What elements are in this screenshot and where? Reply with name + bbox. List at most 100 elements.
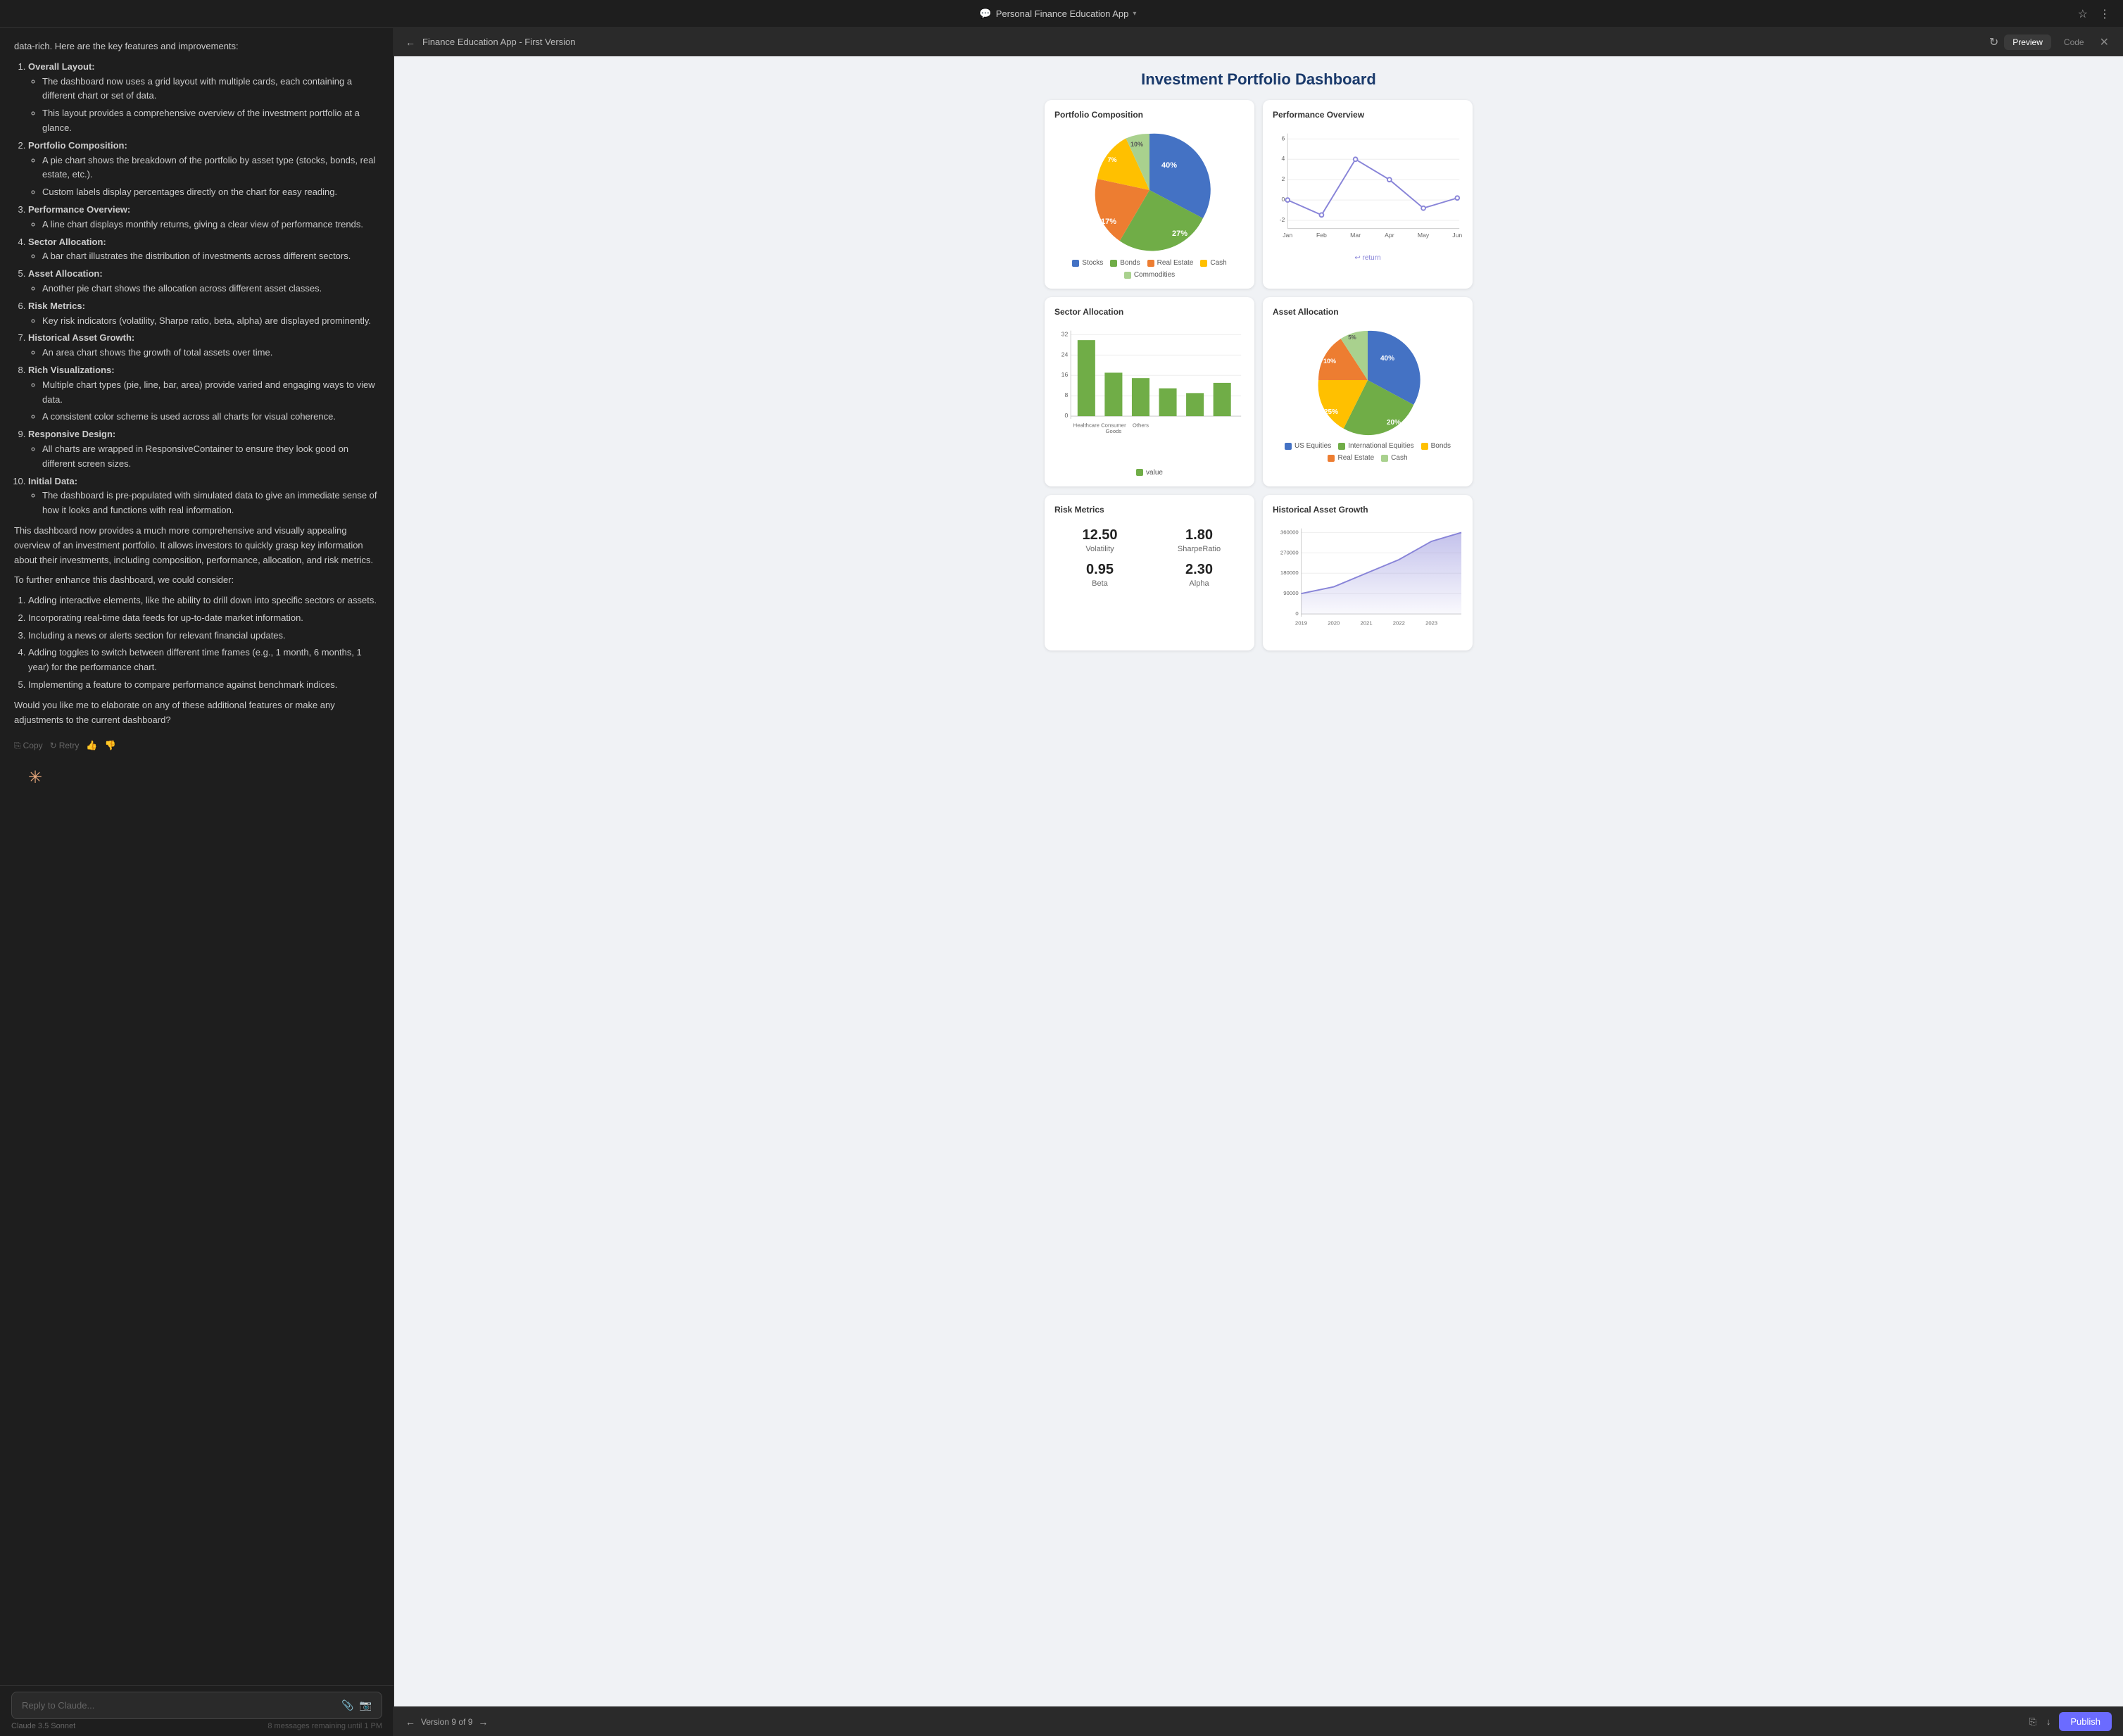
refresh-button[interactable]: ↻	[1988, 34, 2000, 51]
sharpe-value: 1.80	[1154, 527, 1245, 543]
legend-dot	[1136, 469, 1143, 476]
legend-value: value	[1136, 469, 1163, 477]
svg-text:Jan: Jan	[1283, 232, 1292, 239]
version-back-button[interactable]: ←	[405, 1716, 415, 1728]
list-item: Rich Visualizations: Multiple chart type…	[28, 363, 379, 424]
risk-beta: 0.95 Beta	[1054, 562, 1145, 588]
preview-close-button[interactable]: ✕	[2097, 34, 2112, 51]
legend-commodities: Commodities	[1124, 271, 1175, 279]
svg-text:2021: 2021	[1361, 619, 1373, 626]
list-item: A line chart displays monthly returns, g…	[42, 218, 379, 232]
sector-legend: value	[1054, 469, 1245, 477]
camera-icon[interactable]: 📷	[360, 1699, 372, 1711]
dropdown-icon: ▾	[1133, 10, 1136, 18]
svg-text:Goods: Goods	[1106, 428, 1122, 434]
legend-label: International Equities	[1348, 442, 1413, 450]
svg-text:0: 0	[1282, 196, 1285, 203]
menu-icon[interactable]: ⋮	[2098, 6, 2112, 23]
bullet-list: Key risk indicators (volatility, Sharpe …	[28, 314, 379, 329]
svg-text:8: 8	[1064, 391, 1068, 398]
thumbs-down-action[interactable]: 👎	[105, 738, 116, 753]
bullet-list: The dashboard is pre-populated with simu…	[28, 489, 379, 518]
svg-text:27%: 27%	[1172, 229, 1188, 238]
list-item: A pie chart shows the breakdown of the p…	[42, 153, 379, 183]
main-layout: data-rich. Here are the key features and…	[0, 28, 2123, 1736]
download-button[interactable]: ↓	[2045, 1715, 2053, 1728]
svg-text:0: 0	[1064, 412, 1068, 419]
section-heading: Overall Layout:	[28, 61, 95, 72]
volatility-label: Volatility	[1054, 545, 1145, 553]
legend-label: value	[1146, 469, 1163, 477]
historical-card-title: Historical Asset Growth	[1273, 505, 1463, 515]
legend-real-estate: Real Estate	[1328, 454, 1374, 462]
svg-text:90000: 90000	[1283, 590, 1298, 596]
enhancements-list: Adding interactive elements, like the ab…	[14, 593, 379, 693]
bullet-list: A pie chart shows the breakdown of the p…	[28, 153, 379, 200]
legend-dot	[1338, 443, 1345, 450]
svg-text:Others: Others	[1133, 422, 1149, 429]
left-chat-panel: data-rich. Here are the key features and…	[0, 28, 394, 1736]
thumbs-up-action[interactable]: 👍	[86, 738, 97, 753]
top-bar-actions: ☆ ⋮	[2077, 6, 2112, 23]
list-item: Custom labels display percentages direct…	[42, 185, 379, 200]
list-item: Historical Asset Growth: An area chart s…	[28, 331, 379, 360]
back-arrow-button[interactable]: ←	[405, 37, 415, 48]
legend-label: Cash	[1391, 454, 1407, 462]
historical-svg: 360000 270000 180000 90000 0	[1273, 522, 1463, 637]
list-item: Overall Layout: The dashboard now uses a…	[28, 60, 379, 136]
feature-list: Overall Layout: The dashboard now uses a…	[14, 60, 379, 518]
asset-pie-chart: 40% 20% 25% 10%	[1311, 324, 1424, 436]
dashboard-inner: Investment Portfolio Dashboard Portfolio…	[1033, 56, 1484, 673]
publish-button[interactable]: Publish	[2059, 1712, 2112, 1731]
legend-bonds: Bonds	[1110, 259, 1140, 267]
attach-icon[interactable]: 📎	[341, 1699, 353, 1711]
list-item: Sector Allocation: A bar chart illustrat…	[28, 235, 379, 265]
sector-card-title: Sector Allocation	[1054, 307, 1245, 317]
svg-text:17%: 17%	[1101, 218, 1116, 226]
risk-grid: 12.50 Volatility 1.80 SharpeRatio 0.95 B…	[1054, 522, 1245, 593]
chat-input[interactable]	[22, 1700, 336, 1711]
tab-code-button[interactable]: Code	[2055, 34, 2093, 50]
chat-intro-text: data-rich. Here are the key features and…	[14, 39, 379, 54]
list-item: Initial Data: The dashboard is pre-popul…	[28, 474, 379, 518]
list-item: Risk Metrics: Key risk indicators (volat…	[28, 299, 379, 329]
list-item: This layout provides a comprehensive ove…	[42, 106, 379, 136]
historical-area-chart: 360000 270000 180000 90000 0	[1273, 522, 1463, 641]
version-forward-button[interactable]: →	[478, 1716, 488, 1728]
copy-to-clipboard-button[interactable]: ⎘	[2027, 1715, 2037, 1729]
app-title-bar: 💬 Personal Finance Education App ▾	[979, 8, 1136, 20]
bullet-list: All charts are wrapped in ResponsiveCont…	[28, 442, 379, 472]
tab-preview-button[interactable]: Preview	[2004, 34, 2051, 50]
portfolio-card-title: Portfolio Composition	[1054, 110, 1245, 120]
risk-card-title: Risk Metrics	[1054, 505, 1245, 515]
copy-action[interactable]: ⎘ Copy	[14, 739, 43, 753]
star-icon[interactable]: ☆	[2077, 6, 2089, 23]
top-bar: 💬 Personal Finance Education App ▾ ☆ ⋮	[0, 0, 2123, 28]
legend-us-equities: US Equities	[1285, 442, 1331, 450]
preview-header-left: ← Finance Education App - First Version	[405, 37, 576, 48]
bullet-list: Another pie chart shows the allocation a…	[28, 282, 379, 296]
list-item: Adding toggles to switch between differe…	[28, 646, 379, 675]
return-label: ↩ return	[1273, 254, 1463, 262]
dashboard-container: Investment Portfolio Dashboard Portfolio…	[394, 56, 2123, 1706]
right-preview-panel: ← Finance Education App - First Version …	[394, 28, 2123, 1736]
legend-label: US Equities	[1294, 442, 1331, 450]
model-label: Claude 3.5 Sonnet	[11, 1722, 75, 1730]
cards-row-2: Sector Allocation 32 24 16 8 0	[1045, 297, 1473, 486]
risk-volatility: 12.50 Volatility	[1054, 527, 1145, 553]
svg-text:Feb: Feb	[1316, 232, 1327, 239]
list-item: Multiple chart types (pie, line, bar, ar…	[42, 378, 379, 408]
svg-text:Apr: Apr	[1385, 232, 1394, 239]
legend-label: Bonds	[1431, 442, 1451, 450]
list-item: The dashboard now uses a grid layout wit…	[42, 75, 379, 104]
retry-action[interactable]: ↻ Retry	[50, 739, 80, 753]
beta-value: 0.95	[1054, 562, 1145, 578]
chat-input-bar[interactable]: 📎 📷	[11, 1692, 382, 1719]
version-label: Version 9 of 9	[421, 1717, 472, 1727]
svg-text:16: 16	[1062, 371, 1069, 378]
chat-scroll-area[interactable]: data-rich. Here are the key features and…	[0, 28, 393, 1685]
asset-pie-area: 40% 20% 25% 10%	[1273, 324, 1463, 462]
svg-text:7%: 7%	[1107, 156, 1116, 163]
legend-label: Stocks	[1082, 259, 1103, 267]
summary-text: This dashboard now provides a much more …	[14, 524, 379, 567]
